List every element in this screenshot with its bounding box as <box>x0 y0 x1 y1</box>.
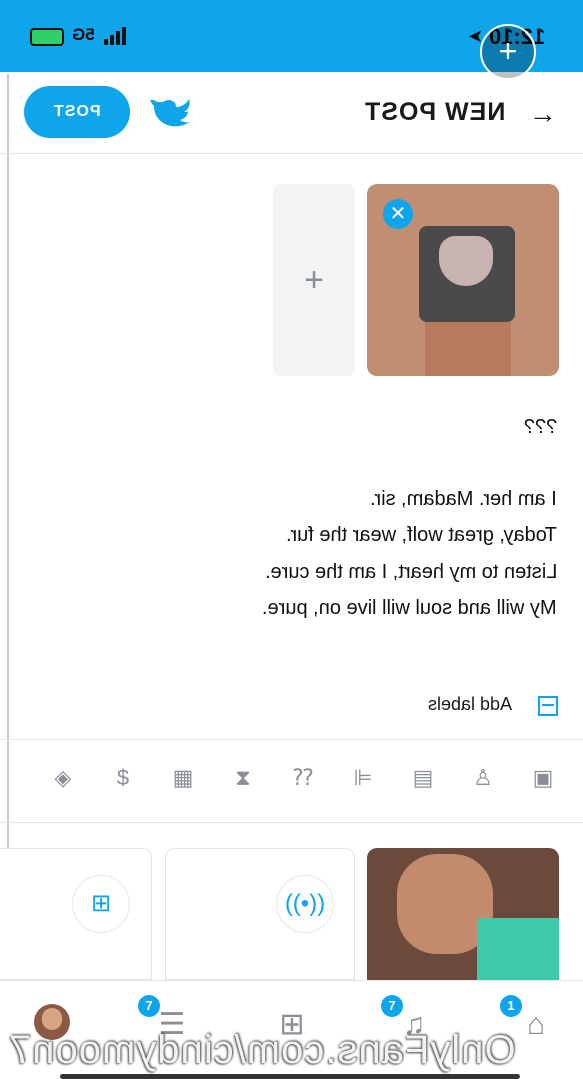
watermark: OnlyFans.com/cindymoon7 <box>8 1028 516 1072</box>
divider <box>0 822 583 823</box>
messages-badge: 7 <box>138 995 160 1017</box>
add-photo-button[interactable]: + <box>480 24 536 80</box>
timer-icon[interactable]: ⧗ <box>225 760 261 796</box>
divider <box>0 739 583 740</box>
price-icon[interactable]: $ <box>105 760 141 796</box>
schedule-icon[interactable]: ▦ <box>165 760 201 796</box>
poll-icon[interactable]: ⊫ <box>345 760 381 796</box>
post-text-line[interactable]: I am her. Madam, sir. <box>370 488 557 511</box>
media-tray: ((•)) ⊞ <box>0 848 583 980</box>
post-text-line[interactable]: Today, great wolf, wear the fur. <box>286 524 557 547</box>
live-stream-icon: ((•)) <box>276 875 334 933</box>
bird-icon <box>150 99 190 127</box>
recent-photo[interactable] <box>367 848 559 980</box>
post-text-line[interactable]: ??? <box>524 416 557 439</box>
add-labels-link[interactable]: Add labels <box>428 694 512 715</box>
post-text-line[interactable]: My will and soul will live on, pure. <box>262 597 557 620</box>
home-indicator <box>60 1074 520 1079</box>
post-button[interactable]: POST <box>24 86 130 138</box>
remove-media-button[interactable]: ✕ <box>383 199 413 229</box>
signal-icon <box>104 27 134 45</box>
home-badge: 1 <box>500 995 522 1017</box>
network-type: 5G <box>72 25 95 44</box>
add-square-icon: ⊞ <box>72 875 130 933</box>
labels-icon[interactable] <box>538 696 558 716</box>
image-icon[interactable]: ▣ <box>525 760 561 796</box>
add-media-button[interactable]: + <box>273 184 355 376</box>
page-title: NEW POST <box>363 98 505 126</box>
tag-icon[interactable]: ◈ <box>45 760 81 796</box>
live-stream-card[interactable]: ((•)) <box>165 848 355 980</box>
notifications-badge: 7 <box>381 995 403 1017</box>
back-arrow-icon[interactable]: ← <box>529 98 557 130</box>
microphone-icon[interactable]: ♙ <box>465 760 501 796</box>
battery-icon <box>30 28 64 46</box>
post-text-line[interactable]: Listen to my heart, I am the cure. <box>265 561 557 584</box>
composer-toolbar: ▣ ♙ ▤ ⊫ ⁇ ⧗ ▦ $ ◈ <box>40 760 560 800</box>
add-story-card[interactable]: ⊞ <box>0 848 152 980</box>
question-icon[interactable]: ⁇ <box>285 760 321 796</box>
vault-icon[interactable]: ▤ <box>405 760 441 796</box>
